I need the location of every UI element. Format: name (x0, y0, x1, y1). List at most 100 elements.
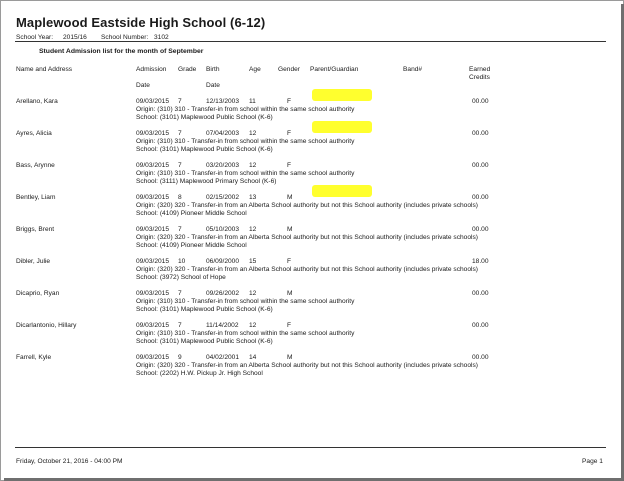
admission-origin: Origin: (320) 320 - Transfer-in from an … (136, 266, 478, 273)
age: 14 (249, 354, 257, 361)
gender: F (287, 162, 292, 169)
admission-date: 09/03/2015 (136, 162, 170, 169)
grade: 8 (178, 194, 182, 201)
birth-date: 04/02/2001 (206, 354, 240, 361)
gender: M (287, 226, 293, 233)
age: 15 (249, 258, 257, 265)
earned-credits: 18.00 (472, 258, 489, 265)
earned-credits: 00.00 (472, 322, 489, 329)
school-number-label: School Number: (101, 34, 149, 41)
footer-divider (15, 447, 606, 448)
parent-guardian-redaction (312, 89, 372, 101)
student-name: Bass, Arynne (16, 162, 55, 169)
birth-date: 12/13/2003 (206, 98, 240, 105)
age: 12 (249, 226, 257, 233)
gender: M (287, 194, 293, 201)
gender: F (287, 98, 292, 105)
grade: 10 (178, 258, 186, 265)
admission-origin: Origin: (310) 310 - Transfer-in from sch… (136, 298, 355, 305)
age: 12 (249, 130, 257, 137)
student-name: Dicarlantonio, Hillary (16, 322, 77, 329)
age: 11 (249, 98, 256, 105)
earned-credits: 00.00 (472, 194, 489, 201)
previous-school: School: (3101) Maplewood Public School (… (136, 306, 273, 313)
admission-origin: Origin: (310) 310 - Transfer-in from sch… (136, 138, 355, 145)
age: 12 (249, 322, 257, 329)
earned-credits: 00.00 (472, 98, 489, 105)
previous-school: School: (3101) Maplewood Public School (… (136, 338, 273, 345)
header-parent: Parent/Guardian (310, 66, 359, 73)
header-admission-date: Date (136, 82, 150, 89)
admission-origin: Origin: (310) 310 - Transfer-in from sch… (136, 330, 355, 337)
student-name: Farrell, Kyle (16, 354, 52, 361)
student-name: Dibler, Julie (16, 258, 51, 265)
earned-credits: 00.00 (472, 162, 489, 169)
footer-timestamp: Friday, October 21, 2016 - 04:00 PM (16, 458, 123, 465)
footer-page-number: Page 1 (582, 458, 603, 465)
grade: 7 (178, 162, 182, 169)
header-gender: Gender (278, 66, 300, 73)
header-age: Age (249, 66, 261, 73)
earned-credits: 00.00 (472, 354, 489, 361)
header-credits: Credits (469, 74, 490, 81)
previous-school: School: (3101) Maplewood Public School (… (136, 146, 273, 153)
header-name: Name and Address (16, 66, 73, 73)
age: 12 (249, 162, 257, 169)
previous-school: School: (3111) Maplewood Primary School … (136, 178, 277, 185)
admission-date: 09/03/2015 (136, 194, 170, 201)
gender: M (287, 354, 293, 361)
header-divider (15, 41, 606, 42)
admission-date: 09/03/2015 (136, 354, 170, 361)
gender: F (287, 130, 292, 137)
grade: 7 (178, 322, 182, 329)
birth-date: 03/20/2003 (206, 162, 240, 169)
grade: 9 (178, 354, 182, 361)
header-band: Band# (403, 66, 423, 73)
admission-origin: Origin: (310) 310 - Transfer-in from sch… (136, 106, 355, 113)
grade: 7 (178, 130, 182, 137)
birth-date: 02/15/2002 (206, 194, 240, 201)
parent-guardian-redaction (312, 121, 372, 133)
birth-date: 11/14/2002 (206, 322, 239, 329)
school-year-label: School Year: (16, 34, 54, 41)
earned-credits: 00.00 (472, 226, 489, 233)
admission-date: 09/03/2015 (136, 290, 170, 297)
student-name: Arellano, Kara (16, 98, 58, 105)
previous-school: School: (3972) School of Hope (136, 274, 226, 281)
header-admission: Admission (136, 66, 167, 73)
birth-date: 07/04/2003 (206, 130, 240, 137)
student-name: Briggs, Brent (16, 226, 55, 233)
header-grade: Grade (178, 66, 197, 73)
birth-date: 05/10/2003 (206, 226, 240, 233)
header-earned: Earned (469, 66, 491, 73)
report-subtitle: Student Admission list for the month of … (39, 48, 204, 55)
previous-school: School: (4109) Pioneer Middle School (136, 242, 247, 249)
previous-school: School: (3101) Maplewood Public School (… (136, 114, 273, 121)
header-birth: Birth (206, 66, 220, 73)
gender: F (287, 322, 292, 329)
header-birth-date: Date (206, 82, 220, 89)
grade: 7 (178, 290, 182, 297)
admission-date: 09/03/2015 (136, 258, 170, 265)
gender: M (287, 290, 293, 297)
admission-date: 09/03/2015 (136, 130, 170, 137)
school-year-value: 2015/16 (63, 34, 87, 41)
admission-origin: Origin: (320) 320 - Transfer-in from an … (136, 362, 478, 369)
previous-school: School: (2202) H.W. Pickup Jr. High Scho… (136, 370, 263, 377)
student-name: Ayres, Alicia (16, 130, 52, 137)
earned-credits: 00.00 (472, 130, 489, 137)
admission-origin: Origin: (310) 310 - Transfer-in from sch… (136, 170, 355, 177)
grade: 7 (178, 98, 182, 105)
admission-date: 09/03/2015 (136, 226, 170, 233)
student-name: Dicaprio, Ryan (16, 290, 60, 297)
parent-guardian-redaction (312, 185, 372, 197)
previous-school: School: (4109) Pioneer Middle School (136, 210, 247, 217)
student-name: Bentley, Liam (16, 194, 56, 201)
age: 12 (249, 290, 257, 297)
earned-credits: 00.00 (472, 290, 489, 297)
school-number-value: 3102 (154, 34, 169, 41)
report-title: Maplewood Eastside High School (6-12) (16, 15, 266, 30)
birth-date: 09/26/2002 (206, 290, 240, 297)
admission-date: 09/03/2015 (136, 98, 170, 105)
grade: 7 (178, 226, 182, 233)
